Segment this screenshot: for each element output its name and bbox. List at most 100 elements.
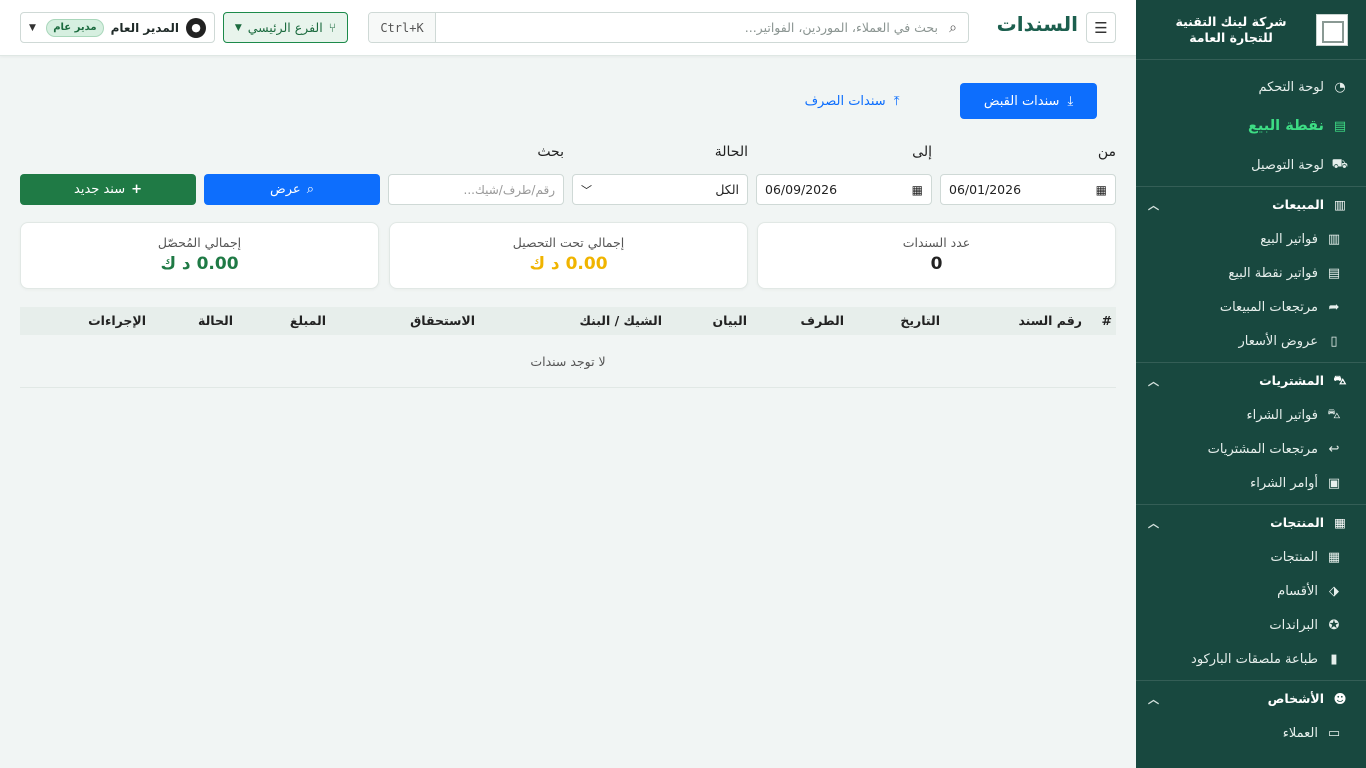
barcode-icon: ▮ (1330, 651, 1338, 667)
table-icon: ▦ (1327, 549, 1341, 565)
status-select[interactable]: الكل ﹀ (572, 174, 748, 205)
sidebar-item-brands[interactable]: ✪ البراندات (1136, 608, 1366, 642)
card-pending-total: إجمالي تحت التحصيل 0.00 د ك (389, 222, 748, 289)
col-actions: الإجراءات (88, 313, 146, 328)
chevron-up-icon: ︿ (1148, 374, 1159, 388)
sidebar-section-products[interactable]: ▦ المنتجات ︿ (1136, 504, 1366, 540)
hamburger-icon: ☰ (1094, 18, 1108, 37)
menu-toggle-button[interactable]: ☰ (1086, 12, 1116, 43)
user-menu[interactable]: ● المدير العام مدير عام ▼ (20, 12, 215, 43)
sidebar-item-label: نقطة البيع (1247, 118, 1324, 134)
cash-register-icon: ▤ (1333, 118, 1347, 134)
chevron-up-icon: ︿ (1148, 198, 1159, 212)
card-voucher-count: عدد السندات 0 (757, 222, 1116, 289)
box-icon: ▦ (1334, 515, 1346, 530)
sidebar-section-people[interactable]: ☻ الأشخاص ︿ (1136, 680, 1366, 716)
search-icon: ⌕ (949, 19, 957, 36)
sidebar-item-dashboard[interactable]: ◔ لوحة التحكم (1136, 70, 1366, 104)
sidebar-item-label: مرتجعات المشتريات (1207, 441, 1318, 457)
filter-status: الحالة الكل ﹀ (572, 144, 748, 205)
sidebar-item-pos-invoices[interactable]: ▤ فواتير نقطة البيع (1136, 256, 1366, 290)
tags-icon: ⬗ (1329, 583, 1339, 599)
status-label: الحالة (714, 144, 748, 160)
col-party: الطرف (800, 313, 844, 328)
sidebar-item-sales-invoices[interactable]: ▥ فواتير البيع (1136, 222, 1366, 256)
sidebar-item-purchase-returns[interactable]: ↩ مرتجعات المشتريات (1136, 432, 1366, 466)
sidebar-item-sales-returns[interactable]: ➦ مرتجعات المبيعات (1136, 290, 1366, 324)
receipt-icon: ▥ (1334, 197, 1346, 212)
card-label: عدد السندات (902, 235, 971, 250)
sidebar-item-label: لوحة التحكم (1258, 79, 1324, 95)
sidebar-section-purchases[interactable]: ⛍ المشتريات ︿ (1136, 362, 1366, 398)
search-input[interactable] (436, 13, 938, 42)
sidebar-item-label: العملاء (1282, 725, 1318, 741)
col-index: # (1101, 313, 1112, 328)
section-label: المشتريات (1259, 373, 1324, 388)
from-date-input[interactable]: 06/01/2026 ▦ (940, 174, 1116, 205)
file-icon: ▯ (1330, 333, 1338, 349)
section-label: الأشخاص (1267, 691, 1324, 706)
empty-message: لا توجد سندات (530, 353, 606, 369)
role-badge: مدير عام (46, 18, 104, 37)
reply-icon: ↩ (1328, 441, 1340, 457)
branch-label: الفرع الرئيسي (247, 20, 323, 35)
branch-selector-button[interactable]: ⑂ الفرع الرئيسي ▼ (223, 12, 348, 43)
sidebar-item-delivery[interactable]: ⛟ لوحة التوصيل (1136, 148, 1366, 182)
global-search: ⌕ Ctrl+K (368, 12, 969, 43)
plus-icon: + (131, 182, 142, 197)
card-label: إجمالي المُحصّل (157, 235, 242, 250)
section-label: المنتجات (1270, 515, 1324, 530)
truck-icon: ⛟ (1331, 156, 1348, 172)
sidebar-item-label: طباعة ملصقات الباركود (1191, 651, 1318, 667)
to-label: إلى (912, 144, 932, 160)
clipboard-check-icon: ▣ (1327, 475, 1341, 491)
search-label: بحث (537, 144, 564, 160)
col-voucher-number: رقم السند (1018, 313, 1082, 328)
search-field-wrap (388, 174, 564, 205)
voucher-search-input[interactable] (397, 182, 555, 197)
sidebar-item-customers[interactable]: ▭ العملاء (1136, 716, 1366, 750)
sidebar-item-label: أوامر الشراء (1250, 475, 1318, 491)
card-value: 0.00 د ك (529, 254, 608, 274)
new-voucher-label: سند جديد (74, 182, 126, 197)
sidebar-item-quotations[interactable]: ▯ عروض الأسعار (1136, 324, 1366, 358)
to-date-input[interactable]: 06/09/2026 ▦ (756, 174, 932, 205)
sidebar-item-pos[interactable]: ▤ نقطة البيع (1136, 104, 1366, 148)
card-label: إجمالي تحت التحصيل (512, 235, 625, 250)
topbar: ☰ السندات ⌕ Ctrl+K ⑂ الفرع الرئيسي ▼ ● ا… (0, 0, 1136, 56)
card-value: 0 (930, 254, 943, 274)
sidebar-item-purchase-orders[interactable]: ▣ أوامر الشراء (1136, 466, 1366, 500)
brand: شركة لينك التقنية للتجارة العامة (1136, 0, 1366, 60)
tab-payment-vouchers[interactable]: ⤒ سندات الصرف (798, 94, 906, 109)
sidebar-item-label: عروض الأسعار (1238, 333, 1319, 349)
from-date-value: 06/01/2026 (949, 182, 1022, 197)
new-voucher-button[interactable]: + سند جديد (20, 174, 196, 205)
sidebar-item-products[interactable]: ▦ المنتجات (1136, 540, 1366, 574)
share-icon: ➦ (1328, 299, 1340, 315)
col-amount: المبلغ (289, 313, 326, 328)
code-branch-icon: ⑂ (328, 20, 337, 35)
filter-from: من 06/01/2026 ▦ (940, 144, 1116, 205)
sidebar-item-purchase-invoices[interactable]: ⛍ فواتير الشراء (1136, 398, 1366, 432)
show-button[interactable]: ⌕ عرض (204, 174, 380, 205)
calendar-icon: ▦ (1095, 182, 1107, 197)
search-shortcut-badge: Ctrl+K (369, 13, 436, 42)
tab-label: سندات القبض (983, 93, 1060, 109)
sidebar-section-sales[interactable]: ▥ المبيعات ︿ (1136, 186, 1366, 222)
sidebar-item-label: المنتجات (1270, 549, 1318, 565)
card-value: 0.00 د ك (160, 254, 239, 274)
cart-icon: ⛍ (1333, 372, 1347, 387)
table-header: # رقم السند التاريخ الطرف البيان الشيك /… (20, 307, 1116, 335)
cash-register-icon: ▤ (1327, 265, 1341, 281)
chevron-up-icon: ︿ (1148, 516, 1159, 530)
col-date: التاريخ (900, 313, 940, 328)
users-icon: ☻ (1333, 691, 1347, 706)
tab-receipt-vouchers[interactable]: ⤓ سندات القبض (960, 83, 1097, 119)
sidebar-item-label: الأقسام (1277, 583, 1318, 599)
summary-cards: عدد السندات 0 إجمالي تحت التحصيل 0.00 د … (20, 222, 1116, 289)
card-collected-total: إجمالي المُحصّل 0.00 د ك (20, 222, 379, 289)
sidebar-item-barcode-labels[interactable]: ▮ طباعة ملصقات الباركود (1136, 642, 1366, 676)
user-avatar-icon: ● (186, 17, 206, 38)
status-value: الكل (715, 182, 739, 197)
sidebar-item-categories[interactable]: ⬗ الأقسام (1136, 574, 1366, 608)
